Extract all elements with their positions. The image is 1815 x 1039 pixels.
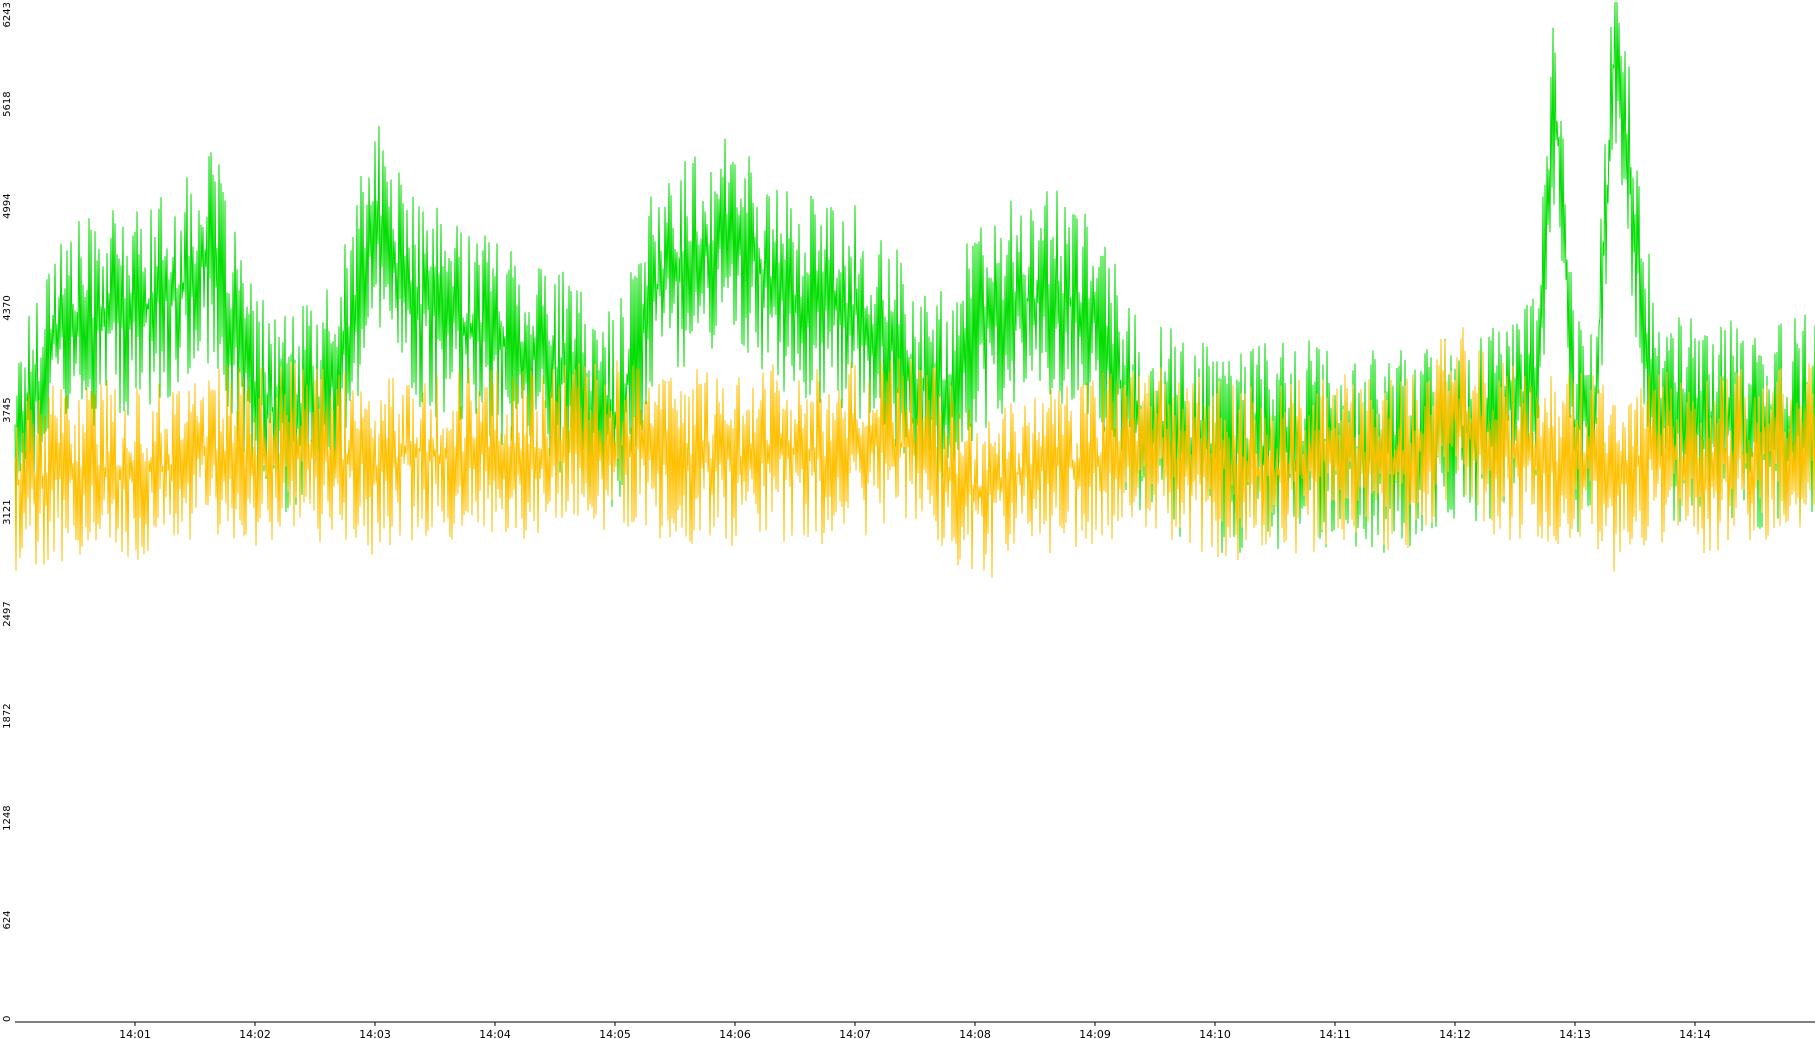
x-tick-label: 14:11 — [1319, 1028, 1351, 1039]
y-tick-label: 6243 — [2, 2, 13, 27]
x-tick-label: 14:06 — [719, 1028, 751, 1039]
y-tick-label: 4370 — [2, 295, 13, 320]
x-tick-label: 14:09 — [1079, 1028, 1111, 1039]
y-tick-label: 3121 — [2, 499, 13, 524]
x-tick-label: 14:03 — [359, 1028, 391, 1039]
y-tick-label: 3745 — [2, 397, 13, 422]
x-tick-label: 14:08 — [959, 1028, 991, 1039]
y-tick-label: 1872 — [2, 703, 13, 728]
x-tick-label: 14:05 — [599, 1028, 631, 1039]
x-axis: 14:01 14:02 14:03 14:04 14:05 14:06 14:07 14:08… — [119, 1022, 1711, 1039]
x-tick-label: 14:13 — [1559, 1028, 1591, 1039]
y-tick-label: 624 — [2, 910, 13, 929]
x-tick-label: 14:10 — [1199, 1028, 1231, 1039]
x-tick-label: 14:12 — [1439, 1028, 1471, 1039]
line-chart: 14:01 14:02 14:03 14:04 14:05 14:06 14:07 14:08… — [2, 1, 1815, 1039]
y-tick-label: 5618 — [2, 91, 13, 116]
x-tick-label: 14:02 — [239, 1028, 271, 1039]
y-axis: 0 624 1248 1872 2497 3121 3745 4370 4994 5618 6243 — [2, 2, 13, 1022]
x-tick-label: 14:04 — [479, 1028, 511, 1039]
y-tick-label: 0 — [2, 1016, 13, 1022]
x-tick-label: 14:01 — [119, 1028, 151, 1039]
y-tick-label: 2497 — [2, 601, 13, 626]
x-tick-label: 14:07 — [839, 1028, 871, 1039]
x-tick-label: 14:14 — [1679, 1028, 1711, 1039]
series-layer — [14, 1, 1815, 578]
y-tick-label: 1248 — [2, 805, 13, 830]
y-tick-label: 4994 — [2, 193, 13, 218]
